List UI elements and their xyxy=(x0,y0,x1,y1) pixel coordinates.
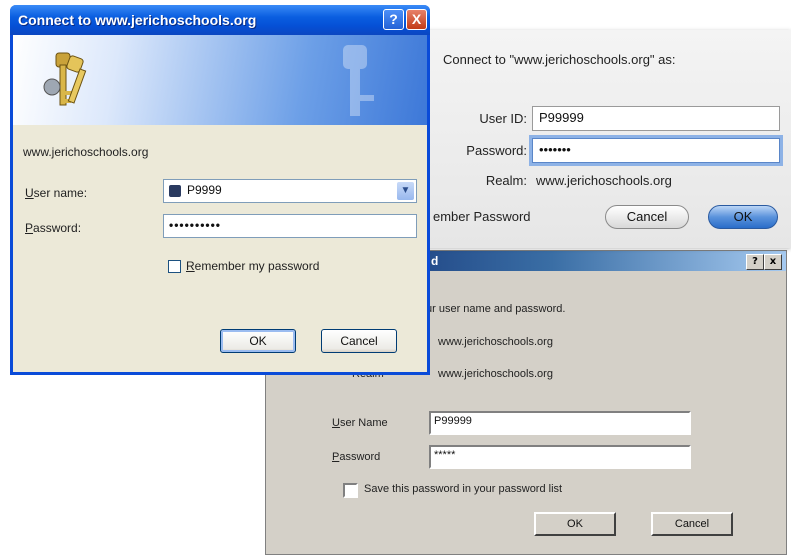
mac-cancel-button[interactable]: Cancel xyxy=(605,205,689,229)
xp-remember-label: Remember my password xyxy=(186,259,320,273)
xp-title-bar: Connect to www.jerichoschools.org ? X xyxy=(10,5,430,35)
xp-username-value: P9999 xyxy=(187,183,222,197)
xp-help-icon[interactable]: ? xyxy=(383,9,404,30)
chevron-down-icon[interactable]: ▼ xyxy=(397,182,414,200)
keys-watermark-icon xyxy=(343,45,374,116)
xp-close-icon[interactable]: X xyxy=(406,9,427,30)
mac-ok-button[interactable]: OK xyxy=(708,205,778,229)
password-field[interactable]: ***** xyxy=(429,445,691,469)
ok-button[interactable]: OK xyxy=(534,512,616,536)
xp-cancel-button[interactable]: Cancel xyxy=(321,329,397,353)
mac-realm-value: www.jerichoschools.org xyxy=(536,173,672,188)
cancel-button[interactable]: Cancel xyxy=(651,512,733,536)
xp-banner xyxy=(13,35,427,125)
user-icon xyxy=(169,184,181,197)
close-icon[interactable]: x xyxy=(764,254,782,270)
win98-username-label: User Name xyxy=(332,417,388,429)
xp-site: www.jerichoschools.org xyxy=(23,145,149,159)
remember-password-checkbox-label[interactable]: ember Password xyxy=(433,209,531,224)
win98-password-label: Password xyxy=(332,451,381,463)
xp-username-label: User name: xyxy=(25,186,88,200)
win98-title: d xyxy=(431,254,439,268)
keys-icon xyxy=(43,52,87,106)
help-icon[interactable]: ? xyxy=(746,254,764,270)
xp-password-label: Password: xyxy=(25,221,82,235)
mac-heading: Connect to "www.jerichoschools.org" as: xyxy=(443,52,676,67)
mac-password-label: Password: xyxy=(466,143,527,158)
mac-connect-dialog: Connect to "www.jerichoschools.org" as: … xyxy=(415,30,791,248)
mac-realm-label: Realm: xyxy=(485,173,527,188)
remember-password-checkbox[interactable] xyxy=(168,260,181,273)
xp-title: Connect to www.jerichoschools.org xyxy=(18,12,257,28)
win98-prompt: ur user name and password. xyxy=(426,303,566,315)
save-password-label: Save this password in your password list xyxy=(364,483,563,495)
username-field[interactable]: P99999 xyxy=(429,411,691,435)
xp-ok-button[interactable]: OK xyxy=(220,329,296,353)
xp-password-field[interactable]: •••••••••• xyxy=(163,214,417,238)
win98-realm-value: www.jerichoschools.org xyxy=(438,368,553,380)
mac-password-field[interactable]: ••••••• xyxy=(532,138,780,163)
save-password-checkbox[interactable] xyxy=(343,483,358,498)
userid-field[interactable]: P99999 xyxy=(532,106,780,131)
xp-connect-dialog: Connect to www.jerichoschools.org ? X ww… xyxy=(10,5,430,375)
xp-username-combobox[interactable]: P9999 ▼ xyxy=(163,179,417,203)
mac-userid-label: User ID: xyxy=(479,111,527,126)
win98-site: www.jerichoschools.org xyxy=(438,336,553,348)
